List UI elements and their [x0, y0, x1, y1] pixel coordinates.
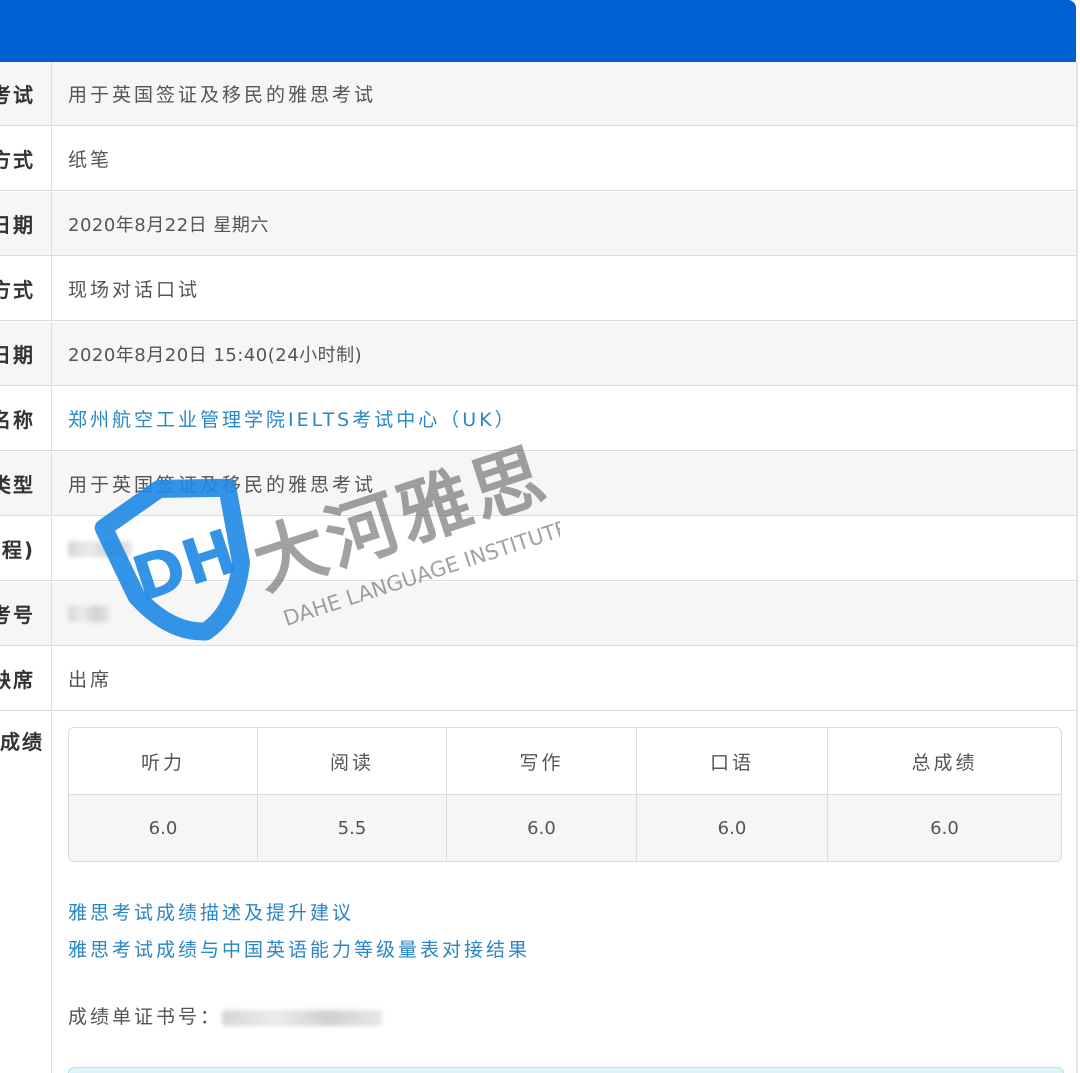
- row-label: 方式: [0, 127, 52, 190]
- row-speaking-date: 日期 2020年8月20日 15:40(24小时制): [0, 322, 1076, 386]
- header-overall: 总成绩: [828, 728, 1061, 795]
- score-overall: 6.0: [828, 795, 1061, 861]
- row-label: (课程): [0, 517, 52, 580]
- row-label: 名称: [0, 387, 52, 450]
- row-value: 用于英国签证及移民的雅思考试: [68, 84, 377, 106]
- page: 考试 用于英国签证及移民的雅思考试 方式 纸笔 日期 2020年8月22日 星期…: [0, 0, 1080, 1073]
- scores-section: 成绩 听力 阅读 写作 口语 总成绩 6.0 5.5 6.0 6.0 6.0 雅…: [0, 712, 1076, 1073]
- row-value-redacted: [68, 517, 132, 580]
- row-value: 纸笔: [68, 149, 113, 171]
- row-label: 考试: [0, 62, 52, 125]
- scores-header-row: 听力 阅读 写作 口语 总成绩: [69, 728, 1061, 795]
- row-test-type: 类型 用于英国签证及移民的雅思考试: [0, 452, 1076, 516]
- scores-label: 成绩: [0, 712, 52, 1073]
- row-value: 2020年8月20日 15:40(24小时制): [68, 344, 363, 366]
- row-label: 日期: [0, 322, 52, 385]
- row-value-redacted: [68, 582, 110, 645]
- score-speaking: 6.0: [637, 795, 828, 861]
- row-label: 日期: [0, 192, 52, 255]
- row-exam-format: 方式 纸笔: [0, 127, 1076, 191]
- header-bar: [0, 0, 1076, 62]
- score-reading: 5.5: [258, 795, 447, 861]
- scores-table: 听力 阅读 写作 口语 总成绩 6.0 5.5 6.0 6.0 6.0: [68, 727, 1062, 862]
- row-course: (课程): [0, 517, 1076, 581]
- row-speaking-format: 方式 现场对话口试: [0, 257, 1076, 321]
- score-description-link[interactable]: 雅思考试成绩描述及提升建议: [68, 895, 530, 932]
- row-value: 用于英国签证及移民的雅思考试: [68, 474, 377, 496]
- scores-value-row: 6.0 5.5 6.0 6.0 6.0: [69, 795, 1061, 861]
- redacted-value: [68, 605, 110, 622]
- cse-mapping-link[interactable]: 雅思考试成绩与中国英语能力等级量表对接结果: [68, 932, 530, 969]
- row-value: 现场对话口试: [68, 279, 201, 301]
- row-label: 方式: [0, 257, 52, 320]
- score-writing: 6.0: [447, 795, 637, 861]
- certificate-label: 成绩单证书号：: [68, 1006, 223, 1028]
- redacted-value: [68, 540, 132, 557]
- info-box: [68, 1067, 1064, 1073]
- row-value: 2020年8月22日 星期六: [68, 214, 269, 236]
- links-block: 雅思考试成绩描述及提升建议 雅思考试成绩与中国英语能力等级量表对接结果: [68, 895, 530, 969]
- redacted-value: [222, 1009, 383, 1026]
- row-exam: 考试 用于英国签证及移民的雅思考试: [0, 62, 1076, 126]
- header-writing: 写作: [447, 728, 637, 795]
- row-candidate-number: 考号: [0, 582, 1076, 646]
- header-speaking: 口语: [637, 728, 828, 795]
- certificate-number: 成绩单证书号：: [68, 1002, 383, 1029]
- header-listening: 听力: [69, 728, 258, 795]
- row-exam-date: 日期 2020年8月22日 星期六: [0, 192, 1076, 256]
- row-label: 考号: [0, 582, 52, 645]
- test-centre-link[interactable]: 郑州航空工业管理学院IELTS考试中心（UK）: [68, 387, 517, 450]
- row-test-centre: 名称 郑州航空工业管理学院IELTS考试中心（UK）: [0, 387, 1076, 451]
- row-value: 出席: [68, 669, 113, 691]
- header-reading: 阅读: [258, 728, 447, 795]
- row-attendance: 缺席 出席: [0, 647, 1076, 711]
- row-label: 缺席: [0, 647, 52, 710]
- score-listening: 6.0: [69, 795, 258, 861]
- row-label: 类型: [0, 452, 52, 515]
